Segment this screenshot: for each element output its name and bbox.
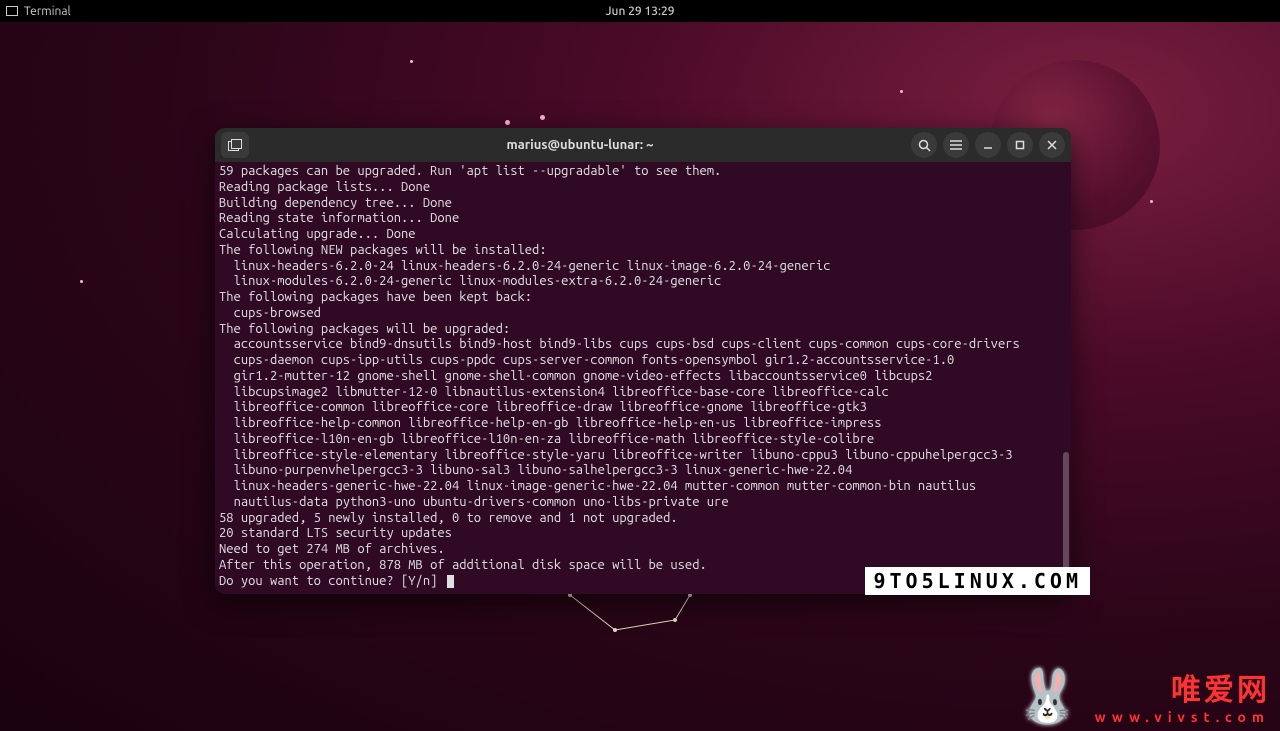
bunny-icon: 🐰 [1015,666,1080,727]
wallpaper-star [505,120,510,125]
terminal-text: 59 packages can be upgraded. Run 'apt li… [219,164,1020,572]
close-button[interactable] [1039,132,1065,158]
hamburger-menu-button[interactable] [943,132,969,158]
terminal-prompt: Do you want to continue? [Y/n] [219,574,445,588]
wallpaper-star [80,280,83,283]
gnome-top-bar: Terminal Jun 29 13:29 [0,0,1280,22]
top-bar-clock[interactable]: Jun 29 13:29 [605,5,674,18]
minimize-button[interactable] [975,132,1001,158]
maximize-button[interactable] [1007,132,1033,158]
wallpaper-star [900,90,903,93]
wallpaper-star [1150,200,1153,203]
wallpaper-star [540,115,545,120]
cursor-icon [447,575,454,588]
wallpaper-constellation [560,590,700,650]
watermark-vivst: 唯爱网 www.vivst.com [1095,665,1270,725]
terminal-app-icon [6,6,18,16]
watermark-vivst-cn: 唯爱网 [1095,665,1270,709]
window-title: marius@ubuntu-lunar: ~ [253,138,907,152]
watermark-9to5linux: 9TO5LINUX.COM [865,567,1090,595]
new-tab-button[interactable] [221,132,249,158]
top-bar-app-name: Terminal [24,5,71,18]
window-titlebar[interactable]: marius@ubuntu-lunar: ~ [215,128,1071,162]
watermark-vivst-url: www.vivst.com [1095,709,1270,725]
search-button[interactable] [911,132,937,158]
wallpaper-star [410,60,413,63]
terminal-window: marius@ubuntu-lunar: ~ 59 packages can b… [215,128,1071,594]
top-bar-left[interactable]: Terminal [6,5,71,18]
terminal-output[interactable]: 59 packages can be upgraded. Run 'apt li… [215,162,1071,594]
